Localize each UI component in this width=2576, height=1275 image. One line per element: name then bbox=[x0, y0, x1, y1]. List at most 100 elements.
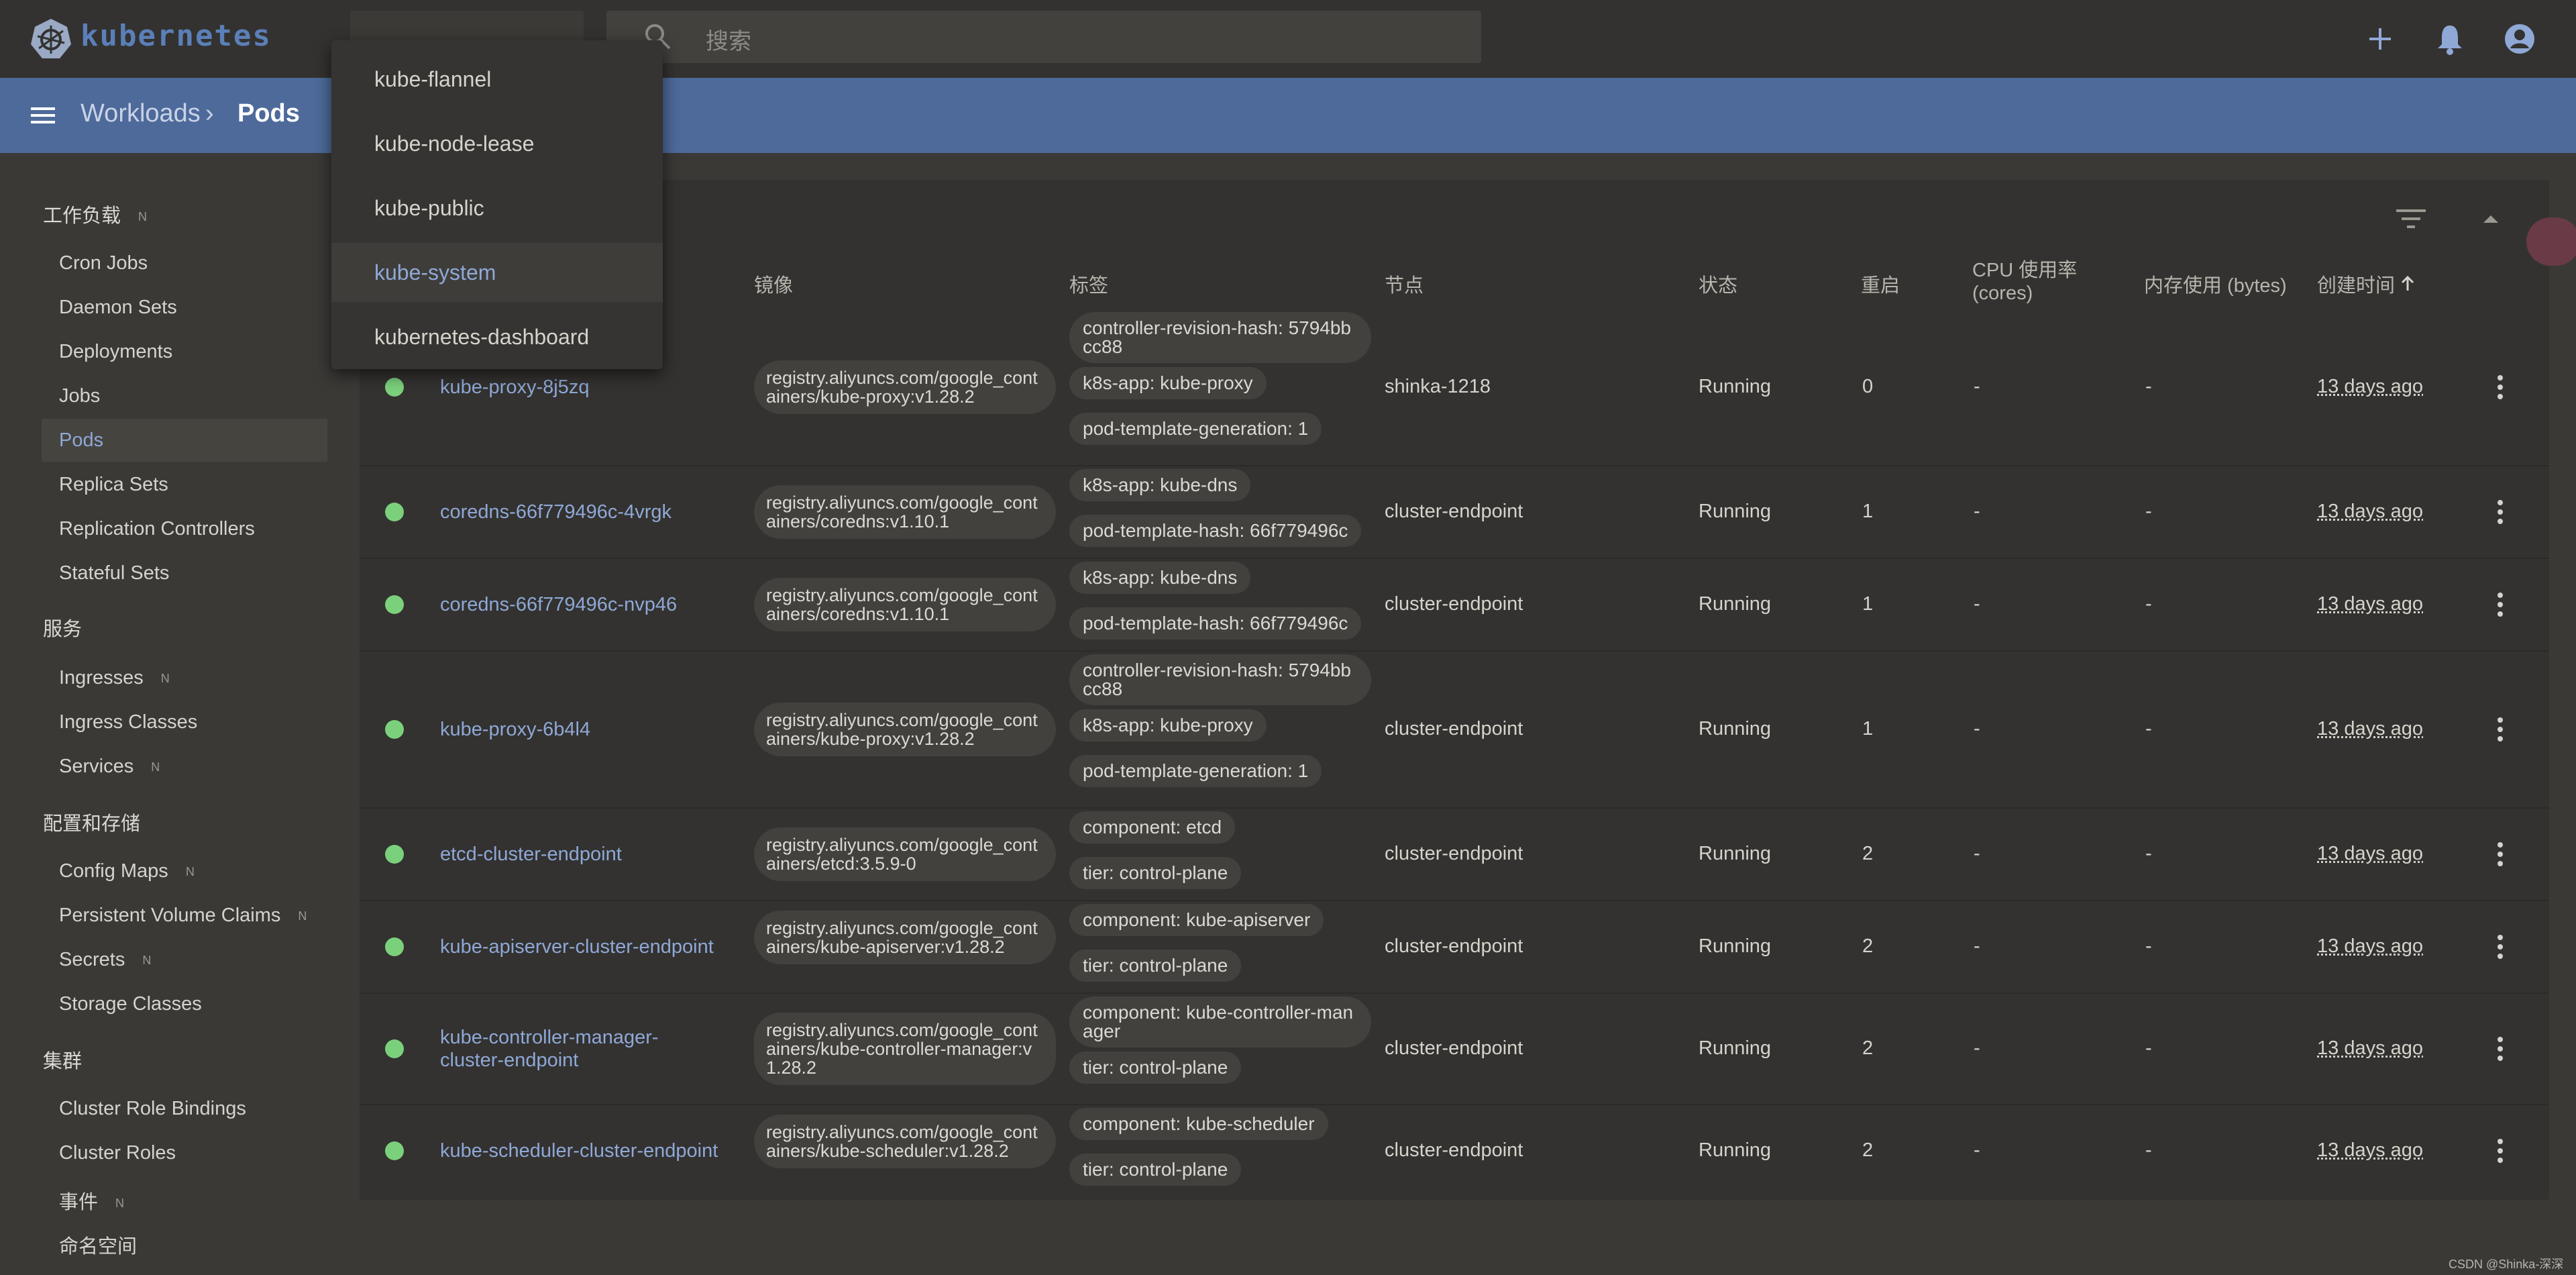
memory-cell: - bbox=[2145, 1037, 2152, 1059]
sidebar-item-config-maps[interactable]: Config Maps N bbox=[59, 860, 195, 882]
created-age: 13 days ago bbox=[2317, 935, 2424, 957]
image-chip: registry.aliyuncs.com/google_containers/… bbox=[754, 1013, 1056, 1085]
pod-name-link[interactable]: coredns-66f779496c-nvp46 bbox=[440, 593, 722, 616]
label-chip: controller-revision-hash: 5794bbcc88 bbox=[1069, 654, 1371, 705]
sidebar-item-pods[interactable]: Pods bbox=[59, 429, 103, 452]
memory-cell: - bbox=[2145, 1139, 2152, 1161]
sidebar-item-jobs[interactable]: Jobs bbox=[59, 385, 100, 407]
status-dot-icon bbox=[385, 937, 404, 956]
sidebar-item-cluster-roles[interactable]: Cluster Roles bbox=[59, 1142, 176, 1164]
namespace-option-kubernetes-dashboard[interactable]: kubernetes-dashboard bbox=[374, 325, 589, 350]
created-age: 13 days ago bbox=[2317, 501, 2424, 522]
breadcrumb-separator: › bbox=[205, 99, 214, 128]
created-age: 13 days ago bbox=[2317, 593, 2424, 615]
more-vert-icon[interactable] bbox=[2491, 372, 2509, 402]
column-header-cpu: CPU 使用率 (cores) bbox=[1972, 260, 2078, 304]
node-cell: cluster-endpoint bbox=[1385, 1139, 1523, 1161]
sidebar-item-services[interactable]: Services N bbox=[59, 756, 160, 778]
label-chip: tier: control-plane bbox=[1069, 1154, 1242, 1186]
search-placeholder: 搜索 bbox=[706, 29, 751, 54]
add-icon[interactable] bbox=[2361, 20, 2399, 58]
label-chip: controller-revision-hash: 5794bbcc88 bbox=[1069, 312, 1371, 363]
sidebar-item-replica-sets[interactable]: Replica Sets bbox=[59, 474, 168, 496]
bell-icon[interactable] bbox=[2431, 20, 2469, 58]
pod-name-link[interactable]: coredns-66f779496c-4vrgk bbox=[440, 501, 722, 523]
cpu-cell: - bbox=[1974, 1139, 1980, 1161]
breadcrumb-workloads[interactable]: Workloads bbox=[80, 99, 201, 128]
namespace-option-kube-node-lease[interactable]: kube-node-lease bbox=[374, 132, 534, 156]
cpu-cell: - bbox=[1974, 843, 1980, 864]
filter-icon[interactable] bbox=[2392, 205, 2430, 232]
created-age: 13 days ago bbox=[2317, 376, 2424, 397]
row-divider bbox=[360, 465, 2549, 466]
sidebar-section-config: 配置和存储 bbox=[43, 813, 141, 835]
collapse-icon[interactable] bbox=[2479, 208, 2502, 231]
more-vert-icon[interactable] bbox=[2491, 1034, 2509, 1064]
column-header-created[interactable]: 创建时间 bbox=[2317, 270, 2415, 298]
more-vert-icon[interactable] bbox=[2491, 715, 2509, 744]
status-cell: Running bbox=[1699, 376, 1772, 397]
kubernetes-logo-icon[interactable] bbox=[30, 17, 72, 60]
label-chip: component: kube-apiserver bbox=[1069, 904, 1324, 936]
pod-name-link[interactable]: etcd-cluster-endpoint bbox=[440, 843, 722, 866]
sidebar-item-replication-controllers[interactable]: Replication Controllers bbox=[59, 518, 255, 540]
sidebar-item-daemon-sets[interactable]: Daemon Sets bbox=[59, 297, 177, 319]
menu-icon[interactable] bbox=[30, 102, 56, 129]
column-header-image: 镜像 bbox=[754, 275, 794, 297]
more-vert-icon[interactable] bbox=[2491, 497, 2509, 527]
sidebar-item-namespaces[interactable]: 命名空间 bbox=[59, 1231, 137, 1259]
memory-cell: - bbox=[2145, 935, 2152, 957]
cpu-cell: - bbox=[1974, 376, 1980, 397]
namespace-option-kube-public[interactable]: kube-public bbox=[374, 196, 484, 221]
created-age: 13 days ago bbox=[2317, 1037, 2424, 1059]
sidebar-item-ingresses[interactable]: Ingresses N bbox=[59, 667, 170, 689]
label-chip: pod-template-hash: 66f779496c bbox=[1069, 515, 1362, 547]
namespace-option-kube-flannel[interactable]: kube-flannel bbox=[374, 67, 491, 92]
more-vert-icon[interactable] bbox=[2491, 1136, 2509, 1166]
node-cell: cluster-endpoint bbox=[1385, 593, 1523, 615]
sidebar-item-storage-classes[interactable]: Storage Classes bbox=[59, 993, 202, 1015]
pod-name-link[interactable]: kube-controller-manager-cluster-endpoint bbox=[440, 1026, 722, 1072]
sidebar-item-stateful-sets[interactable]: Stateful Sets bbox=[59, 562, 169, 584]
node-cell: cluster-endpoint bbox=[1385, 1037, 1523, 1059]
memory-cell: - bbox=[2145, 593, 2152, 615]
column-header-status: 状态 bbox=[1699, 275, 1738, 297]
sidebar-item-secrets[interactable]: Secrets N bbox=[59, 949, 151, 971]
translate-button[interactable] bbox=[2526, 217, 2576, 266]
label-chip: pod-template-hash: 66f779496c bbox=[1069, 607, 1362, 640]
label-chip: component: kube-controller-manager bbox=[1069, 997, 1371, 1048]
node-cell: cluster-endpoint bbox=[1385, 501, 1523, 522]
image-chip: registry.aliyuncs.com/google_containers/… bbox=[754, 703, 1056, 756]
more-vert-icon[interactable] bbox=[2491, 932, 2509, 962]
status-dot-icon bbox=[385, 720, 404, 739]
more-vert-icon[interactable] bbox=[2491, 839, 2509, 869]
status-dot-icon bbox=[385, 1141, 404, 1160]
row-divider bbox=[360, 992, 2549, 994]
pod-name-link[interactable]: kube-scheduler-cluster-endpoint bbox=[440, 1139, 722, 1162]
cpu-cell: - bbox=[1974, 501, 1980, 522]
pod-name-link[interactable]: kube-apiserver-cluster-endpoint bbox=[440, 935, 722, 958]
account-icon[interactable] bbox=[2501, 20, 2538, 58]
cpu-cell: - bbox=[1974, 1037, 1980, 1059]
more-vert-icon[interactable] bbox=[2491, 590, 2509, 619]
restarts-cell: 1 bbox=[1862, 501, 1874, 522]
status-dot-icon bbox=[385, 845, 404, 864]
node-cell: cluster-endpoint bbox=[1385, 718, 1523, 740]
brand-name[interactable]: kubernetes bbox=[80, 19, 272, 53]
pod-name-link[interactable]: kube-proxy-6b4l4 bbox=[440, 718, 722, 741]
restarts-cell: 2 bbox=[1862, 935, 1874, 957]
sidebar-item-cron-jobs[interactable]: Cron Jobs bbox=[59, 252, 148, 274]
status-dot-icon bbox=[385, 1039, 404, 1058]
sidebar-item-events[interactable]: 事件 N bbox=[59, 1186, 124, 1215]
sidebar-item-ingress-classes[interactable]: Ingress Classes bbox=[59, 711, 197, 733]
sidebar-section-cluster: 集群 bbox=[43, 1051, 83, 1072]
namespace-option-kube-system[interactable]: kube-system bbox=[374, 260, 496, 285]
column-header-restarts: 重启 bbox=[1861, 275, 1900, 297]
sidebar-item-cluster-role-bindings[interactable]: Cluster Role Bindings bbox=[59, 1098, 246, 1120]
memory-cell: - bbox=[2145, 718, 2152, 740]
pod-name-link[interactable]: kube-proxy-8j5zq bbox=[440, 376, 722, 399]
sidebar-item-pvc[interactable]: Persistent Volume Claims N bbox=[59, 905, 307, 927]
sidebar-item-deployments[interactable]: Deployments bbox=[59, 341, 172, 363]
column-header-memory: 内存使用 (bytes) bbox=[2144, 275, 2287, 297]
arrow-up-icon bbox=[2402, 275, 2414, 291]
